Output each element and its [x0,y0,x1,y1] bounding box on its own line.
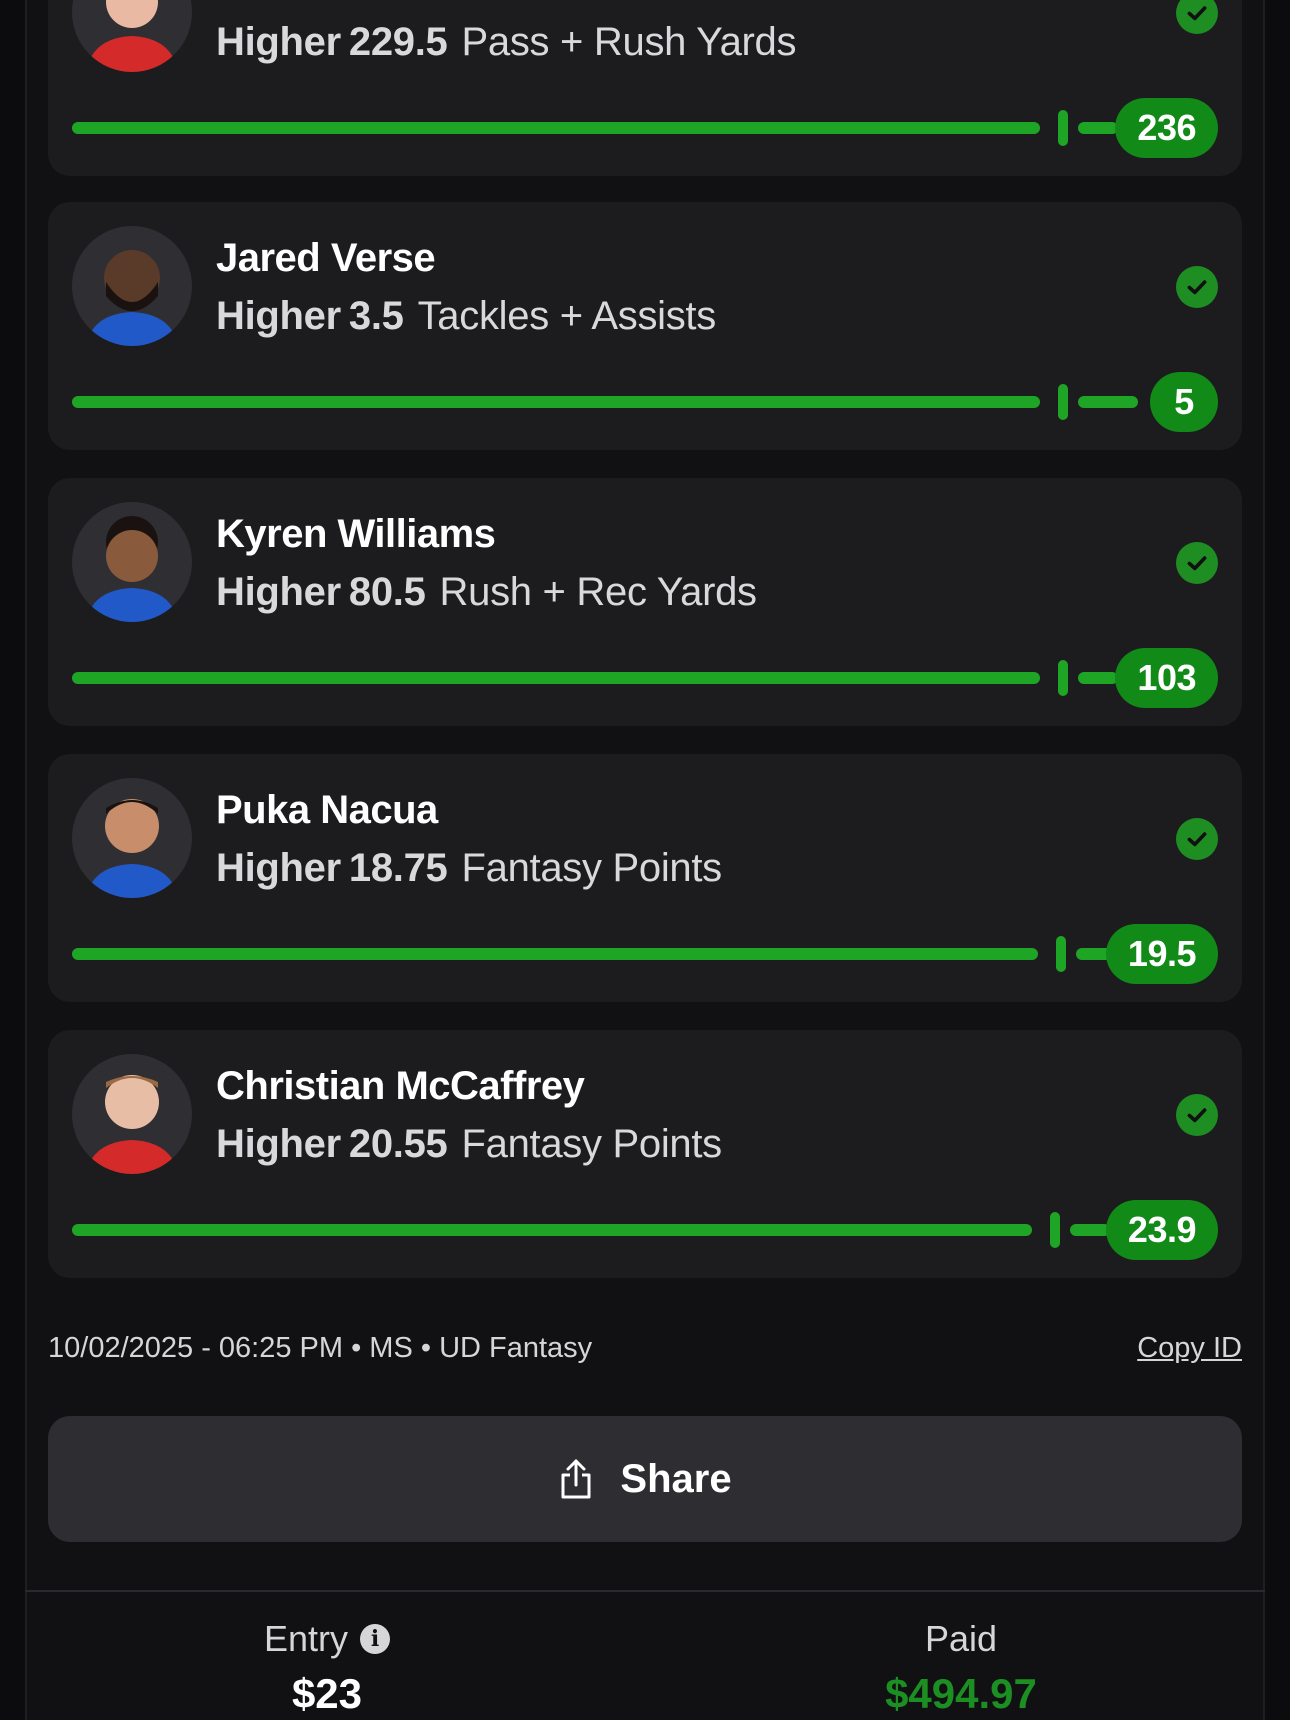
progress-bar-end [1078,122,1118,134]
pick-value: 18.75 [348,846,448,890]
share-icon [561,1459,591,1499]
line-marker [1058,384,1068,420]
player-avatar [72,502,192,622]
pick-direction: Higher [216,1122,341,1166]
entry-summary: Entry i $23 [127,1618,527,1718]
pick-value: 229.5 [348,20,448,64]
check-icon [1176,542,1218,584]
paid-value: $494.97 [885,1670,1037,1717]
result-pill: 236 [1115,98,1218,158]
player-name: Kyren Williams [216,512,496,556]
line-marker [1050,1212,1060,1248]
pick-value: 3.5 [348,294,404,338]
info-icon[interactable]: i [360,1624,391,1654]
pick-value: 80.5 [348,570,426,614]
pick-stat: Rush + Rec Yards [439,570,758,614]
player-avatar [72,226,192,346]
pick-card[interactable]: Jared Verse Higher 3.5 Tackles + Assists 5 [48,202,1242,450]
check-icon [1176,1094,1218,1136]
share-label: Share [620,1456,732,1501]
line-marker [1058,110,1068,146]
result-pill: 103 [1115,648,1218,708]
player-headshot-icon [86,799,178,898]
player-name: Christian McCaffrey [216,1064,585,1108]
pick-stat: Fantasy Points [461,846,723,890]
pick-stat: Fantasy Points [461,1122,723,1166]
pick-line: Higher 80.5 Rush + Rec Yards [216,570,757,615]
pick-card[interactable]: Higher 229.5 Pass + Rush Yards 236 [48,0,1242,176]
pick-line: Higher 229.5 Pass + Rush Yards [216,20,797,65]
progress-bar [72,672,1040,684]
share-button[interactable]: Share [48,1416,1242,1542]
pick-line: Higher 20.55 Fantasy Points [216,1122,722,1167]
paid-label: Paid [924,1618,998,1659]
check-icon [1176,0,1218,34]
progress-bar [72,396,1040,408]
player-headshot-icon [86,516,178,622]
pick-line: Higher 18.75 Fantasy Points [216,846,722,891]
result-pill: 5 [1150,372,1218,432]
pick-direction: Higher [216,294,341,338]
pick-direction: Higher [216,20,341,64]
copy-id-link[interactable]: Copy ID [1137,1332,1242,1365]
pick-stat: Tackles + Assists [417,294,717,338]
progress-bar [72,1224,1032,1236]
check-icon [1176,818,1218,860]
progress-bar-end [1078,396,1138,408]
player-name: Jared Verse [216,236,436,280]
result-pill: 19.5 [1105,924,1218,984]
player-avatar [72,0,192,72]
paid-summary: Paid $494.97 [761,1618,1161,1718]
entry-value: $23 [291,1670,363,1717]
result-pill: 23.9 [1105,1200,1218,1260]
player-name: Puka Nacua [216,788,438,832]
pick-stat: Pass + Rush Yards [461,20,797,64]
line-marker [1056,936,1066,972]
player-headshot-icon [86,250,178,346]
progress-bar-end [1078,672,1118,684]
pick-card[interactable]: Christian McCaffrey Higher 20.55 Fantasy P… [48,1030,1242,1278]
pick-direction: Higher [216,846,341,890]
player-avatar [72,778,192,898]
line-marker [1058,660,1068,696]
pick-direction: Higher [216,570,341,614]
progress-bar [72,948,1038,960]
progress-bar-end [1070,1224,1110,1236]
pick-card[interactable]: Puka Nacua Higher 18.75 Fantasy Points 19.… [48,754,1242,1002]
footer-divider [25,1590,1265,1592]
pick-card[interactable]: Kyren Williams Higher 80.5 Rush + Rec Yard… [48,478,1242,726]
player-avatar [72,1054,192,1174]
progress-bar [72,122,1040,134]
pick-line: Higher 3.5 Tackles + Assists [216,294,716,339]
entry-label: Entry [263,1618,349,1659]
entry-meta: 10/02/2025 - 06:25 PM • MS • UD Fantasy [48,1332,593,1364]
player-headshot-icon [86,0,178,72]
check-icon [1176,266,1218,308]
pick-value: 20.55 [348,1122,448,1166]
player-headshot-icon [86,1075,178,1174]
